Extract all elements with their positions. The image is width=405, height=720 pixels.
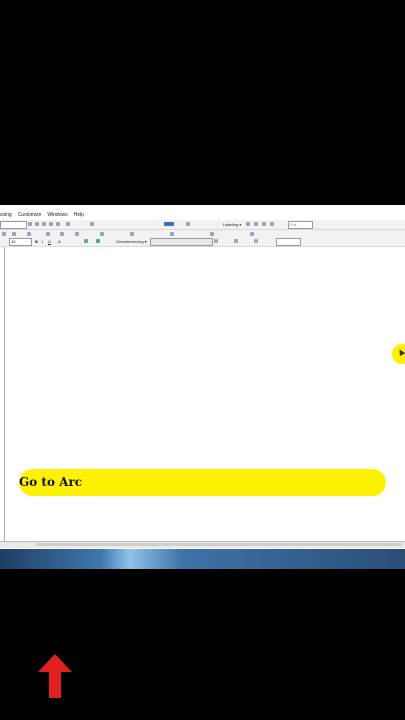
menu-item-processing[interactable]: ssing bbox=[0, 211, 12, 220]
zoom-out-icon[interactable] bbox=[35, 222, 39, 226]
flip-icon[interactable] bbox=[130, 232, 134, 236]
select-features-icon[interactable] bbox=[90, 222, 94, 226]
layer-combo[interactable] bbox=[150, 238, 213, 246]
edit-vertices-icon[interactable] bbox=[75, 232, 79, 236]
map-canvas[interactable] bbox=[4, 247, 405, 543]
text-icon[interactable] bbox=[60, 232, 64, 236]
identify-icon[interactable] bbox=[186, 222, 190, 226]
underline-button[interactable]: U bbox=[48, 238, 51, 245]
bold-button[interactable]: B bbox=[35, 238, 38, 245]
pan-icon[interactable] bbox=[42, 222, 46, 226]
georef-toolbar: 10 B I U A Georeferencing ▾ bbox=[0, 237, 405, 247]
back-icon[interactable] bbox=[66, 222, 70, 226]
new-icon[interactable] bbox=[2, 232, 6, 236]
caption-banner: Go to Arc bbox=[19, 469, 386, 496]
full-extent-icon[interactable] bbox=[49, 222, 53, 226]
label-manager-icon[interactable] bbox=[246, 222, 250, 226]
layer-icon[interactable] bbox=[164, 222, 174, 226]
rectangle-icon[interactable] bbox=[46, 232, 50, 236]
link-table-icon[interactable] bbox=[254, 239, 258, 243]
font-color-button[interactable]: A bbox=[58, 238, 61, 245]
fill-color-icon[interactable] bbox=[84, 239, 88, 243]
menu-bar: ssing Customize Windows Help bbox=[0, 211, 405, 220]
up-arrow-icon bbox=[38, 654, 72, 698]
view-combo[interactable] bbox=[276, 238, 301, 246]
font-icon[interactable] bbox=[12, 232, 16, 236]
align-icon[interactable] bbox=[210, 232, 214, 236]
rotate-icon[interactable] bbox=[100, 232, 104, 236]
group-icon[interactable] bbox=[170, 232, 174, 236]
italic-button[interactable]: I bbox=[42, 238, 43, 245]
draw-icon[interactable] bbox=[27, 232, 31, 236]
rotate-map-icon[interactable] bbox=[234, 239, 238, 243]
distribute-icon[interactable] bbox=[250, 232, 254, 236]
arcmap-window: ssing Customize Windows Help Labeling ▾ … bbox=[0, 205, 405, 549]
georeferencing-menu[interactable]: Georeferencing ▾ bbox=[116, 238, 147, 245]
pointer-cursor-icon bbox=[396, 347, 405, 357]
fit-to-display-icon[interactable] bbox=[214, 239, 218, 243]
status-bar bbox=[0, 541, 405, 548]
standard-toolbar: Labeling ▾ Full bbox=[0, 220, 405, 230]
font-size-combo[interactable]: 10 bbox=[9, 238, 32, 246]
zoom-in-icon[interactable] bbox=[28, 222, 32, 226]
scale-field[interactable]: Full bbox=[288, 221, 313, 229]
cursor-highlight bbox=[392, 344, 405, 364]
labeling-menu[interactable]: Labeling ▾ bbox=[223, 221, 241, 228]
taskbar bbox=[0, 549, 405, 569]
caption-text: Go to Arc bbox=[19, 475, 83, 489]
line-color-icon[interactable] bbox=[96, 239, 100, 243]
label-priority-icon[interactable] bbox=[254, 222, 258, 226]
scale-combo[interactable] bbox=[0, 221, 27, 229]
menu-item-help[interactable]: Help bbox=[74, 211, 84, 220]
fixed-zoom-icon[interactable] bbox=[56, 222, 60, 226]
lock-labels-icon[interactable] bbox=[270, 222, 274, 226]
label-weight-icon[interactable] bbox=[262, 222, 266, 226]
menu-item-customize[interactable]: Customize bbox=[18, 211, 42, 220]
horizontal-scrollbar[interactable] bbox=[36, 543, 402, 546]
menu-item-windows[interactable]: Windows bbox=[47, 211, 67, 220]
